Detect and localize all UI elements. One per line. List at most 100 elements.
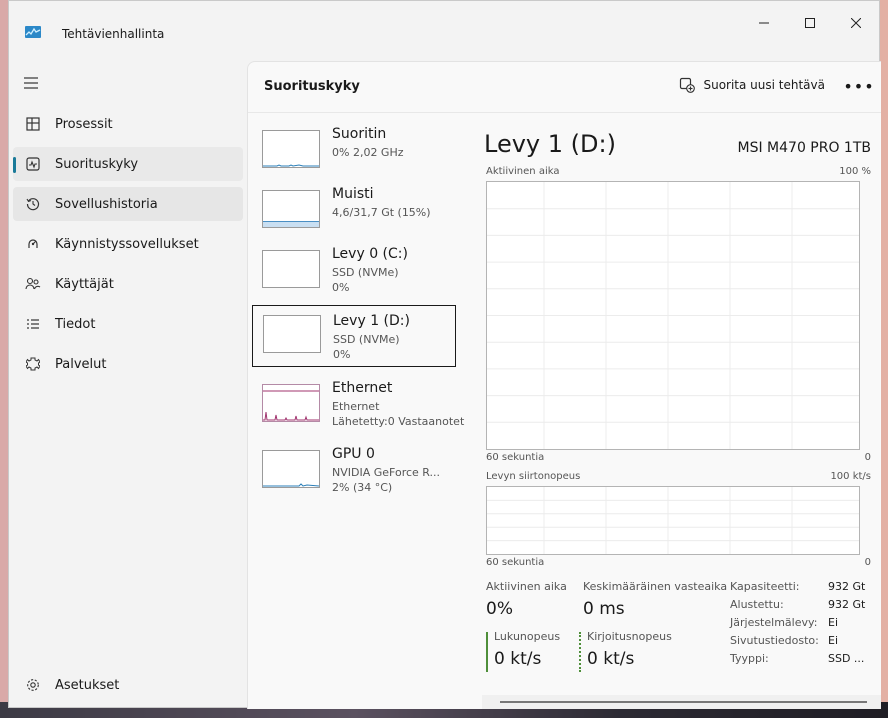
horizontal-scrollbar[interactable]	[482, 695, 881, 709]
transfer-rate-chart	[486, 486, 860, 555]
performance-page: Suorituskyky Suorita uusi tehtävä ••• Su…	[247, 61, 881, 709]
new-task-icon	[680, 77, 696, 93]
active-time-chart-label: Aktiivinen aika	[486, 166, 560, 177]
device-type: SSD (NVMe)	[333, 333, 400, 346]
device-gpu[interactable]: GPU 0 NVIDIA GeForce R... 2% (34 °C)	[252, 444, 456, 506]
active-time-chart-timespan: 60 sekuntia	[486, 452, 545, 463]
sidebar-item-label: Suorituskyky	[55, 156, 139, 172]
transfer-chart-min: 0	[864, 557, 871, 568]
active-time-chart-max: 100 %	[839, 166, 871, 177]
device-type: SSD (NVMe)	[332, 266, 399, 279]
read-speed-legend-line	[486, 632, 488, 672]
device-cpu[interactable]: Suoritin 0% 2,02 GHz	[252, 124, 456, 186]
transfer-chart-timespan: 60 sekuntia	[486, 557, 545, 568]
task-manager-window: Tehtävienhallinta Prosessit Suorituskyky	[8, 0, 881, 709]
sidebar-item-details[interactable]: Tiedot	[13, 307, 243, 341]
property-value: 932 Gt	[828, 580, 866, 593]
property-value: Ei	[828, 634, 839, 647]
avg-response-value: 0 ms	[583, 599, 625, 619]
active-time-stat-label: Aktiivinen aika	[486, 580, 567, 593]
write-speed-legend-line	[579, 632, 581, 672]
settings-label: Asetukset	[55, 677, 120, 693]
run-new-task-button[interactable]: Suorita uusi tehtävä	[679, 77, 825, 93]
property-value: SSD ...	[828, 652, 865, 665]
memory-thumbnail-graph	[262, 190, 320, 228]
disk1-thumbnail-graph	[263, 315, 321, 353]
gear-icon	[25, 677, 41, 693]
active-time-stat-value: 0%	[486, 599, 513, 619]
sidebar-item-performance[interactable]: Suorituskyky	[13, 147, 243, 181]
device-name: GPU 0	[332, 446, 375, 462]
close-icon	[851, 18, 861, 28]
processes-icon	[25, 116, 41, 132]
sidebar-item-users[interactable]: Käyttäjät	[13, 267, 243, 301]
ethernet-thumbnail-graph	[262, 384, 320, 422]
property-label: Järjestelmälevy:	[730, 616, 818, 629]
close-button[interactable]	[833, 9, 879, 37]
device-usage: 2% (34 °C)	[332, 481, 393, 494]
sidebar-item-services[interactable]: Palvelut	[13, 347, 243, 381]
device-disk-1[interactable]: Levy 1 (D:) SSD (NVMe) 0%	[252, 305, 456, 367]
device-usage: 0%	[333, 348, 351, 361]
sidebar-item-app-history[interactable]: Sovellushistoria	[13, 187, 243, 221]
device-info: 4,6/31,7 Gt (15%)	[332, 206, 431, 219]
device-name: Levy 0 (C:)	[332, 246, 408, 262]
active-time-chart-min: 0	[864, 452, 871, 463]
device-info: 0% 2,02 GHz	[332, 146, 404, 159]
transfer-rate-chart-grid	[487, 487, 859, 554]
page-title: Suorituskyky	[264, 79, 360, 94]
hamburger-menu-icon[interactable]	[23, 76, 39, 90]
write-speed-label: Kirjoitusnopeus	[587, 630, 672, 643]
active-time-chart	[486, 181, 860, 450]
sidebar-item-label: Tiedot	[55, 316, 96, 332]
performance-icon	[25, 156, 41, 172]
sidebar-item-label: Sovellushistoria	[55, 196, 158, 212]
details-icon	[25, 316, 41, 332]
maximize-icon	[805, 18, 815, 28]
page-header: Suorituskyky Suorita uusi tehtävä •••	[248, 62, 881, 113]
maximize-button[interactable]	[787, 9, 833, 37]
device-name: Ethernet	[332, 380, 393, 396]
minimize-button[interactable]	[741, 9, 787, 37]
property-label: Tyyppi:	[730, 652, 769, 665]
sidebar-item-label: Prosessit	[55, 116, 113, 132]
device-memory[interactable]: Muisti 4,6/31,7 Gt (15%)	[252, 184, 456, 246]
sidebar-item-settings[interactable]: Asetukset	[13, 668, 243, 702]
device-name: Levy 1 (D:)	[333, 313, 410, 329]
title-bar: Tehtävienhallinta	[9, 1, 879, 45]
read-speed-value: 0 kt/s	[494, 649, 542, 669]
write-speed-value: 0 kt/s	[587, 649, 635, 669]
detail-title: Levy 1 (D:)	[484, 130, 616, 158]
device-model: NVIDIA GeForce R...	[332, 466, 441, 479]
sidebar-item-startup-apps[interactable]: Käynnistyssovellukset	[13, 227, 243, 261]
services-icon	[25, 356, 41, 372]
property-value: Ei	[828, 616, 839, 629]
window-title: Tehtävienhallinta	[62, 27, 165, 41]
disk-model: MSI M470 PRO 1TB	[737, 140, 872, 156]
users-icon	[25, 276, 41, 292]
sidebar-item-label: Käynnistyssovellukset	[55, 236, 199, 252]
device-name: Muisti	[332, 186, 374, 202]
device-usage: 0%	[332, 281, 350, 294]
device-disk-0[interactable]: Levy 0 (C:) SSD (NVMe) 0%	[252, 244, 456, 306]
property-label: Alustettu:	[730, 598, 784, 611]
gpu-thumbnail-graph	[262, 450, 320, 488]
more-options-button[interactable]: •••	[843, 74, 873, 98]
property-value: 932 Gt	[828, 598, 866, 611]
property-label: Kapasiteetti:	[730, 580, 800, 593]
startup-icon	[25, 236, 41, 252]
device-throughput: Lähetetty:0 Vastaanotet	[332, 415, 465, 428]
device-name: Suoritin	[332, 126, 387, 142]
sidebar-item-processes[interactable]: Prosessit	[13, 107, 243, 141]
property-label: Sivutustiedosto:	[730, 634, 819, 647]
run-new-task-label: Suorita uusi tehtävä	[703, 78, 825, 92]
scrollbar-thumb[interactable]	[500, 701, 867, 703]
sidebar-item-label: Palvelut	[55, 356, 107, 372]
read-speed-label: Lukunopeus	[494, 630, 561, 643]
selection-indicator	[13, 157, 16, 173]
device-ethernet[interactable]: Ethernet Ethernet Lähetetty:0 Vastaanote…	[252, 378, 464, 440]
cpu-thumbnail-graph	[262, 130, 320, 168]
sidebar-item-label: Käyttäjät	[55, 276, 114, 292]
task-manager-app-icon	[25, 26, 41, 38]
disk0-thumbnail-graph	[262, 250, 320, 288]
